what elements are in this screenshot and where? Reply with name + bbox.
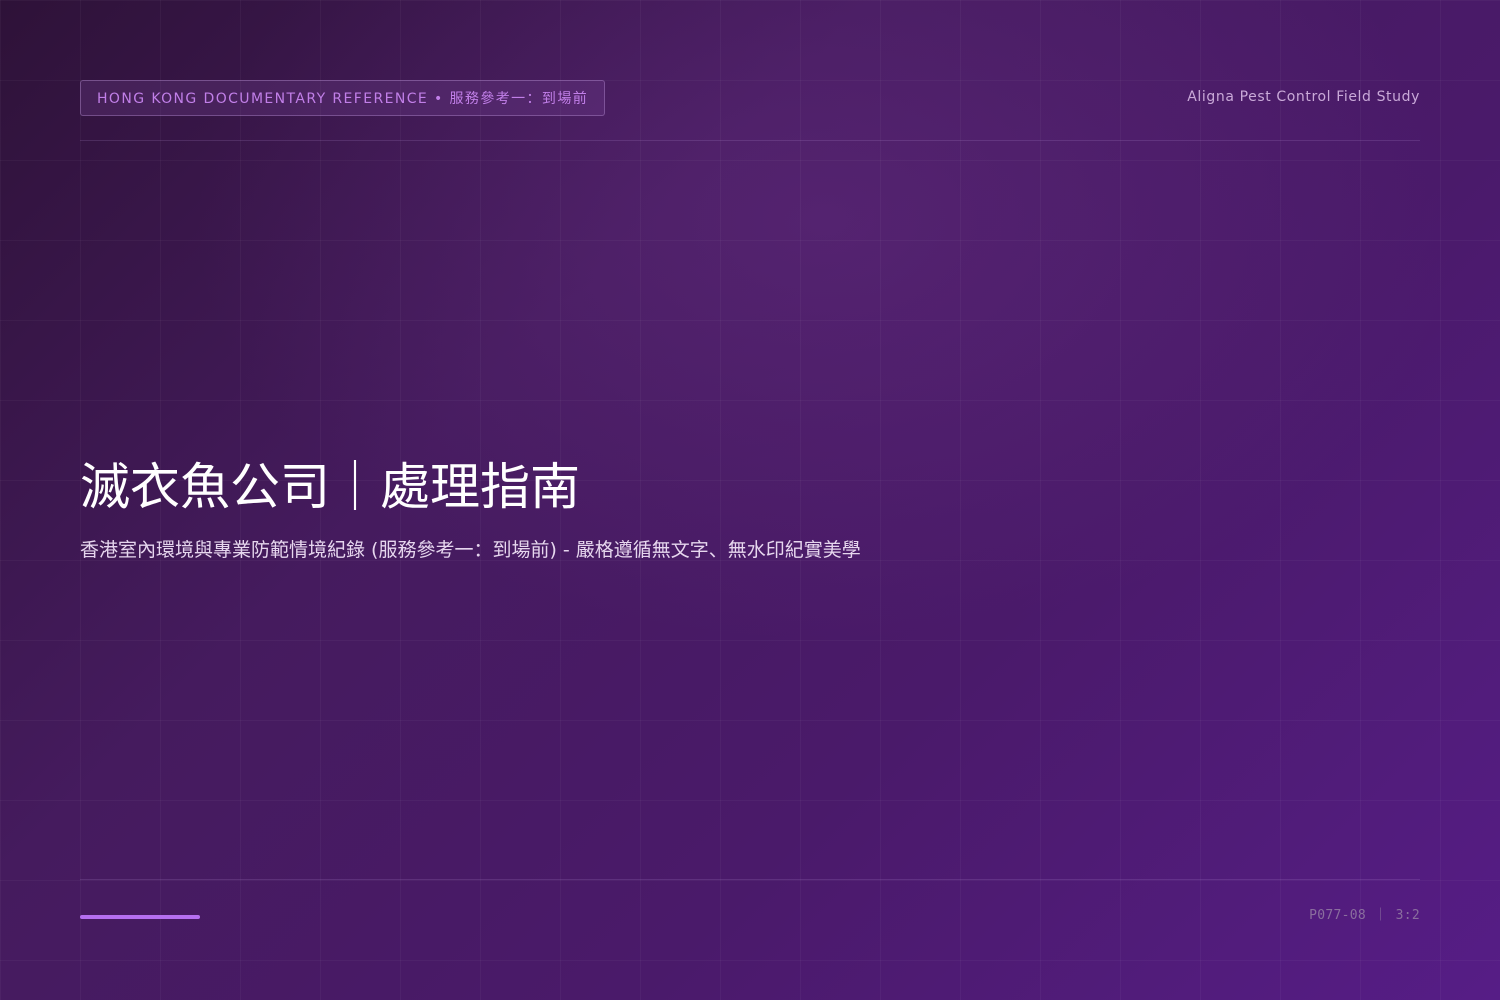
brand-label: Aligna Pest Control Field Study [1187, 89, 1420, 105]
accent-bar [80, 915, 200, 919]
top-divider [80, 140, 1420, 141]
page-title: 滅衣魚公司｜處理指南 [80, 458, 580, 516]
header: HONG KONG DOCUMENTARY REFERENCE • 服務參考一：… [80, 80, 1420, 116]
bottom-divider [80, 879, 1420, 880]
page-subtitle: 香港室內環境與專業防範情境紀錄 (服務參考一：到場前) - 嚴格遵循無文字、無水… [80, 539, 861, 561]
reference-code: P077-08 ｜ 3:2 [1309, 908, 1420, 923]
reference-badge: HONG KONG DOCUMENTARY REFERENCE • 服務參考一：… [80, 80, 606, 116]
slide: HONG KONG DOCUMENTARY REFERENCE • 服務參考一：… [80, 0, 1420, 1000]
hero: 滅衣魚公司｜處理指南 香港室內環境與專業防範情境紀錄 (服務參考一：到場前) -… [80, 455, 1420, 563]
